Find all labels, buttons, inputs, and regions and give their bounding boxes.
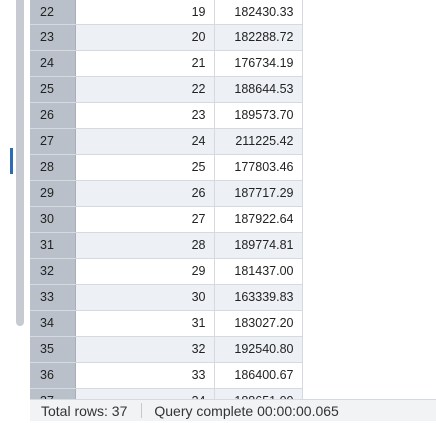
table-cell[interactable]: 24 xyxy=(75,128,215,155)
table-cell[interactable]: 32 xyxy=(75,336,215,363)
table-cell[interactable]: 29 xyxy=(75,258,215,285)
table-cell[interactable]: 187922.64 xyxy=(214,206,303,233)
table-cell[interactable]: 211225.42 xyxy=(214,128,303,155)
row-number-cell[interactable]: 31 xyxy=(30,232,76,259)
table-cell[interactable]: 187717.29 xyxy=(214,180,303,207)
table-cell[interactable]: 23 xyxy=(75,102,215,129)
table-cell[interactable]: 189573.70 xyxy=(214,102,303,129)
row-number-cell[interactable]: 28 xyxy=(30,154,76,181)
table-cell[interactable]: 31 xyxy=(75,310,215,337)
table-cell[interactable]: 182430.33 xyxy=(214,0,303,25)
row-number-cell[interactable]: 35 xyxy=(30,336,76,363)
table-cell[interactable]: 176734.19 xyxy=(214,50,303,77)
row-number-cell[interactable]: 24 xyxy=(30,50,76,77)
table-row[interactable]: 36 33 186400.67 xyxy=(30,362,303,389)
table-cell[interactable]: 26 xyxy=(75,180,215,207)
vertical-scrollbar[interactable] xyxy=(16,0,24,326)
table-cell[interactable]: 163339.83 xyxy=(214,284,303,311)
table-cell[interactable]: 30 xyxy=(75,284,215,311)
table-row[interactable]: 33 30 163339.83 xyxy=(30,284,303,311)
table-cell[interactable]: 25 xyxy=(75,154,215,181)
table-row[interactable]: 29 26 187717.29 xyxy=(30,180,303,207)
table-cell[interactable]: 181437.00 xyxy=(214,258,303,285)
table-row[interactable]: 28 25 177803.46 xyxy=(30,154,303,181)
table-row[interactable]: 30 27 187922.64 xyxy=(30,206,303,233)
table-row[interactable]: 23 20 182288.72 xyxy=(30,24,303,51)
table-row[interactable]: 24 21 176734.19 xyxy=(30,50,303,77)
table-cell[interactable]: 177803.46 xyxy=(214,154,303,181)
results-grid: 22 19 182430.33 23 20 182288.72 24 21 176734.19 2… xyxy=(30,0,303,415)
row-number-cell[interactable]: 33 xyxy=(30,284,76,311)
current-row-indicator xyxy=(10,148,13,174)
table-row[interactable]: 34 31 183027.20 xyxy=(30,310,303,337)
table-cell[interactable]: 21 xyxy=(75,50,215,77)
query-status-label: Query complete 00:00:00.065 xyxy=(154,402,339,419)
table-row[interactable]: 22 19 182430.33 xyxy=(30,0,303,25)
status-bar: Total rows: 37 Query complete 00:00:00.0… xyxy=(30,399,436,421)
total-rows-label: Total rows: 37 xyxy=(41,402,128,419)
row-number-cell[interactable]: 36 xyxy=(30,362,76,389)
row-number-cell[interactable]: 26 xyxy=(30,102,76,129)
table-cell[interactable]: 28 xyxy=(75,232,215,259)
table-cell[interactable]: 183027.20 xyxy=(214,310,303,337)
table-cell[interactable]: 182288.72 xyxy=(214,24,303,51)
status-divider xyxy=(141,403,143,418)
row-number-cell[interactable]: 27 xyxy=(30,128,76,155)
table-cell[interactable]: 192540.80 xyxy=(214,336,303,363)
table-row[interactable]: 32 29 181437.00 xyxy=(30,258,303,285)
row-number-cell[interactable]: 32 xyxy=(30,258,76,285)
table-row[interactable]: 35 32 192540.80 xyxy=(30,336,303,363)
left-panel-edge xyxy=(0,0,30,420)
row-number-cell[interactable]: 22 xyxy=(30,0,76,25)
row-number-cell[interactable]: 23 xyxy=(30,24,76,51)
table-row[interactable]: 26 23 189573.70 xyxy=(30,102,303,129)
results-grid-body: 22 19 182430.33 23 20 182288.72 24 21 176734.19 2… xyxy=(30,0,303,415)
table-cell[interactable]: 22 xyxy=(75,76,215,103)
table-cell[interactable]: 188644.53 xyxy=(214,76,303,103)
table-cell[interactable]: 27 xyxy=(75,206,215,233)
table-cell[interactable]: 20 xyxy=(75,24,215,51)
row-number-cell[interactable]: 30 xyxy=(30,206,76,233)
table-cell[interactable]: 186400.67 xyxy=(214,362,303,389)
table-row[interactable]: 27 24 211225.42 xyxy=(30,128,303,155)
table-row[interactable]: 31 28 189774.81 xyxy=(30,232,303,259)
row-number-cell[interactable]: 29 xyxy=(30,180,76,207)
table-row[interactable]: 25 22 188644.53 xyxy=(30,76,303,103)
table-cell[interactable]: 19 xyxy=(75,0,215,25)
table-cell[interactable]: 33 xyxy=(75,362,215,389)
row-number-cell[interactable]: 25 xyxy=(30,76,76,103)
row-number-cell[interactable]: 34 xyxy=(30,310,76,337)
table-cell[interactable]: 189774.81 xyxy=(214,232,303,259)
